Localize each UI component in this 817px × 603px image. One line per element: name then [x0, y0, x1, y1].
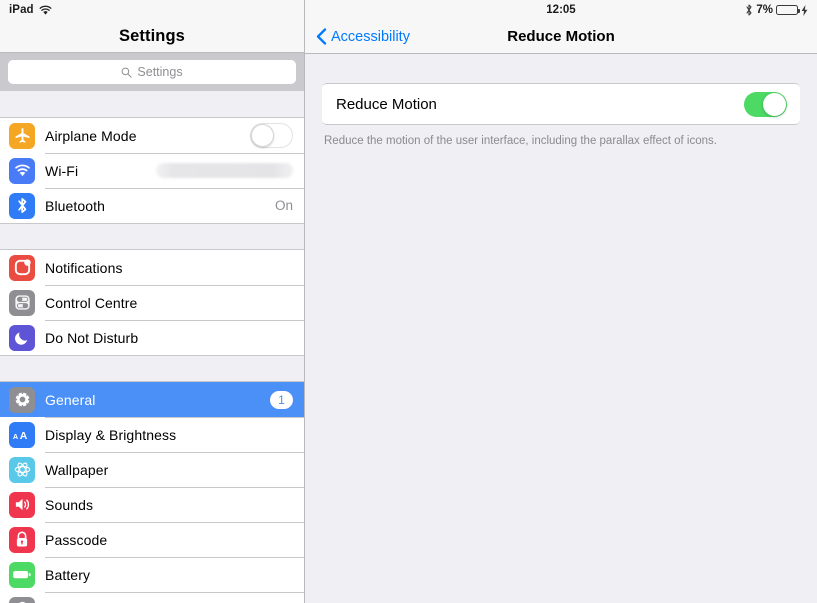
search-icon: [122, 67, 132, 78]
sidebar-list[interactable]: Airplane Mode Wi-Fi Bluetooth On Notificatio…: [0, 91, 304, 603]
sidebar-item-wallpaper[interactable]: Wallpaper: [0, 452, 304, 487]
sidebar-item-control-centre[interactable]: Control Centre: [0, 285, 304, 320]
sounds-icon: [9, 491, 35, 518]
toggle-knob: [251, 124, 274, 147]
wifi-network-value-redacted: [156, 163, 293, 178]
sidebar-item-label: Display & Brightness: [45, 426, 177, 443]
device-name: iPad: [9, 4, 34, 16]
sidebar-item-sounds[interactable]: Sounds: [0, 487, 304, 522]
sidebar-group: Notifications Control Centre Do Not Distur…: [0, 250, 304, 355]
wallpaper-icon: [9, 456, 35, 483]
settings-sidebar: iPad Settings Settings Airplane Mode Wi-…: [0, 0, 305, 603]
battery-icon: [9, 561, 35, 588]
reduce-motion-toggle[interactable]: [744, 91, 787, 117]
sidebar-item-bluetooth[interactable]: Bluetooth On: [0, 188, 304, 223]
svg-text:A: A: [20, 431, 28, 442]
status-badge: 1: [270, 390, 293, 409]
sidebar-item-privacy[interactable]: [0, 592, 304, 603]
status-clock: 12:05: [546, 4, 576, 16]
sidebar-item-general[interactable]: General 1: [0, 382, 304, 417]
sidebar-item-label: Passcode: [45, 531, 108, 548]
search-input[interactable]: Settings: [8, 60, 296, 84]
chevron-left-icon: [316, 28, 327, 45]
sidebar-item-display-brightness[interactable]: A A Display & Brightness: [0, 417, 304, 452]
sidebar-item-label: Notifications: [45, 259, 123, 276]
sidebar-item-label: Airplane Mode: [45, 127, 137, 144]
sidebar-group: Airplane Mode Wi-Fi Bluetooth On: [0, 118, 304, 223]
notifications-icon: [9, 254, 35, 281]
sidebar-item-label: General: [45, 391, 96, 408]
detail-body: Reduce Motion Reduce the motion of the u…: [305, 54, 817, 150]
airplane-mode-toggle[interactable]: [250, 123, 293, 148]
search-bar-container: Settings: [0, 53, 304, 91]
sidebar-title-bar: Settings: [0, 20, 304, 53]
detail-nav-bar: Accessibility Reduce Motion: [305, 20, 817, 54]
gear-icon: [9, 386, 35, 413]
do-not-disturb-icon: [9, 324, 35, 351]
sidebar-item-label: Do Not Disturb: [45, 329, 139, 346]
wifi-icon: [39, 5, 52, 16]
sidebar-item-label: Bluetooth: [45, 197, 106, 214]
wifi-tile-icon: [9, 157, 35, 184]
back-button[interactable]: Accessibility: [305, 28, 410, 45]
reduce-motion-label: Reduce Motion: [336, 95, 437, 113]
sidebar-item-label: Sounds: [45, 496, 94, 513]
privacy-icon: [9, 596, 35, 603]
detail-panel: 12:05 7% Accessibility Reduce Motion Red…: [305, 0, 817, 603]
sidebar-item-label: Battery: [45, 566, 91, 583]
reduce-motion-description: Reduce the motion of the user interface,…: [324, 135, 717, 147]
detail-status-bar: 12:05 7%: [305, 0, 817, 20]
search-placeholder: Settings: [137, 65, 183, 79]
sidebar-group-separator: [0, 223, 304, 250]
sidebar-group-separator: [0, 91, 304, 118]
toggle-knob: [763, 92, 786, 116]
passcode-icon: [9, 526, 35, 553]
sidebar-item-label: Wallpaper: [45, 461, 109, 478]
sidebar-item-label: Wi-Fi: [45, 162, 79, 179]
display-brightness-icon: AA: [9, 421, 35, 448]
ipad-settings-screen: iPad Settings Settings Airplane Mode Wi-…: [0, 0, 817, 603]
sidebar-item-value: On: [274, 198, 293, 213]
battery-icon: [776, 5, 800, 15]
sidebar-group-separator: [0, 355, 304, 382]
sidebar-item-passcode[interactable]: Passcode: [0, 522, 304, 557]
sidebar-group: General 1 A A Display & Brightness Wallpaper S…: [0, 382, 304, 603]
svg-text:A: A: [13, 432, 19, 441]
sidebar-item-do-not-disturb[interactable]: Do Not Disturb: [0, 320, 304, 355]
control-centre-icon: [9, 289, 35, 316]
sidebar-item-wi-fi[interactable]: Wi-Fi: [0, 153, 304, 188]
page-title: Settings: [119, 26, 185, 45]
reduce-motion-row[interactable]: Reduce Motion: [322, 83, 800, 125]
sidebar-item-airplane-mode[interactable]: Airplane Mode: [0, 118, 304, 153]
airplane-icon: [9, 122, 35, 149]
bluetooth-icon: [9, 192, 35, 219]
sidebar-status-bar: iPad: [0, 0, 304, 20]
back-button-label: Accessibility: [331, 28, 410, 45]
sidebar-item-label: Control Centre: [45, 294, 138, 311]
sidebar-item-battery[interactable]: Battery: [0, 557, 304, 592]
sidebar-item-notifications[interactable]: Notifications: [0, 250, 304, 285]
